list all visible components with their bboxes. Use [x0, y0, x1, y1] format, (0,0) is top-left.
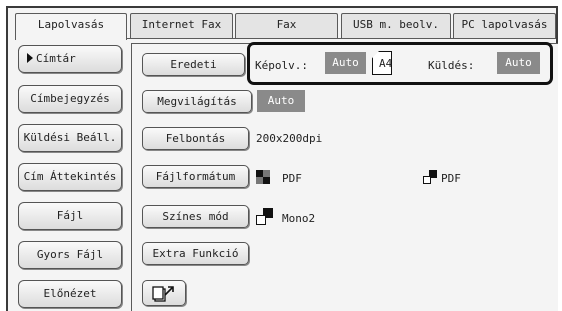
color-mode-value: Mono2	[282, 212, 316, 225]
tab-internet-fax[interactable]: Internet Fax	[130, 13, 233, 38]
szines-mod-button[interactable]: Színes mód	[142, 205, 249, 228]
felbontas-value: 200x200dpi	[256, 132, 323, 145]
mono-format-value: PDF	[441, 172, 461, 185]
megvilagitas-button[interactable]: Megvilágítás	[142, 90, 252, 113]
kuldes-label: Küldés:	[428, 59, 475, 72]
tab-divider	[127, 38, 556, 39]
paper-size-label: A4	[379, 57, 393, 70]
felbontas-button[interactable]: Felbontás	[142, 127, 249, 150]
mono-mode-icon	[256, 208, 273, 225]
selected-arrow-icon	[27, 53, 33, 63]
mono-mode-icon	[423, 170, 437, 184]
kepolv-value: Auto	[325, 52, 366, 74]
kepolv-label: Képolv.:	[255, 59, 308, 72]
kuldes-value: Auto	[497, 52, 540, 74]
tab-usb-scan[interactable]: USB m. beolv.	[341, 13, 451, 38]
tab-pc-scan[interactable]: PC lapolvasás	[453, 13, 556, 38]
color-mode-icon	[256, 170, 270, 184]
sidebar-item-cim-attekintes[interactable]: Cím Áttekintés	[18, 163, 122, 191]
program-icon	[152, 286, 174, 302]
tab-lapolvasas[interactable]: Lapolvasás	[15, 13, 127, 40]
tab-fax[interactable]: Fax	[235, 13, 338, 38]
sidebar-item-kuldesi-beall[interactable]: Küldési Beáll.	[18, 124, 122, 152]
sidebar-item-fajl[interactable]: Fájl	[18, 202, 122, 230]
sidebar-item-cimtar[interactable]: Címtár	[18, 45, 122, 73]
sidebar-item-gyors-fajl[interactable]: Gyors Fájl	[18, 241, 122, 269]
eredeti-button[interactable]: Eredeti	[142, 53, 245, 76]
fajlformatum-button[interactable]: Fájlformátum	[142, 165, 249, 188]
megvilagitas-value: Auto	[257, 90, 305, 112]
program-button[interactable]	[142, 280, 186, 306]
color-format-value: PDF	[282, 172, 302, 185]
extra-funkcio-button[interactable]: Extra Funkció	[142, 242, 249, 265]
sidebar-item-cimbejegyzes[interactable]: Címbejegyzés	[18, 85, 122, 113]
sidebar-item-elonezet[interactable]: Előnézet	[18, 280, 122, 308]
sidebar-item-label: Címtár	[36, 52, 76, 65]
